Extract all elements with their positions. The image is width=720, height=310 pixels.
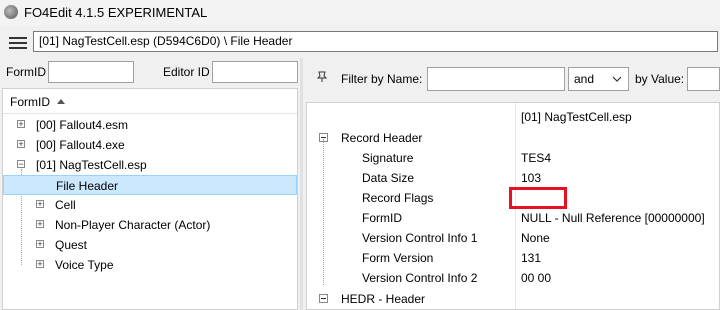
record-field-value: TES4 [521, 151, 552, 165]
tree-item-file-header[interactable]: File Header [3, 175, 297, 195]
tree-item-npc[interactable]: + Non-Player Character (Actor) [3, 215, 297, 235]
record-field-value: 00 00 [521, 271, 552, 285]
filter-operator-select[interactable]: and [568, 67, 629, 91]
record-row-version-control-2[interactable]: Version Control Info 2 00 00 [307, 268, 719, 288]
tree-item-label: Cell [55, 198, 76, 212]
collapse-icon[interactable]: − [17, 160, 25, 169]
chevron-down-icon [612, 76, 622, 82]
record-field-value: 103 [521, 171, 542, 185]
title-bar: FO4Edit 4.1.5 EXPERIMENTAL [0, 0, 720, 26]
tree-item-label: File Header [56, 179, 119, 193]
record-field-name: Data Size [362, 171, 415, 185]
record-row-form-version[interactable]: Form Version 131 [307, 248, 719, 268]
filter-by-value-label: by Value: [635, 72, 685, 86]
highlight-box [509, 187, 567, 209]
tree-item-label: Non-Player Character (Actor) [55, 218, 211, 232]
expand-icon[interactable]: + [36, 240, 44, 249]
tree-item-label: [01] NagTestCell.esp [36, 158, 147, 172]
formid-label: FormID [6, 65, 46, 79]
expand-icon[interactable]: + [36, 200, 44, 209]
formid-input[interactable] [48, 61, 134, 83]
window-title: FO4Edit 4.1.5 EXPERIMENTAL [24, 5, 208, 20]
tree-item-fallout4-esm[interactable]: + [00] Fallout4.esm [3, 115, 297, 135]
record-column-header: [01] NagTestCell.esp [307, 107, 719, 127]
record-field-name: Version Control Info 1 [362, 231, 478, 245]
tree-item-label: Voice Type [55, 258, 114, 272]
navigation-tree[interactable]: FormID + [00] Fallout4.esm + [00] Fallou… [2, 88, 298, 310]
tree-header-label: FormID [10, 95, 50, 109]
tree-item-fallout4-exe[interactable]: + [00] Fallout4.exe [3, 135, 297, 155]
path-field[interactable]: [01] NagTestCell.esp (D594C6D0) \ File H… [33, 31, 718, 52]
record-row-formid[interactable]: FormID NULL - Null Reference [00000000] [307, 208, 719, 228]
record-field-name: FormID [362, 211, 402, 225]
tree-item-cell[interactable]: + Cell [3, 195, 297, 215]
record-field-name: Record Header [341, 131, 423, 145]
record-field-value: None [521, 231, 550, 245]
tree-item-voice-type[interactable]: + Voice Type [3, 255, 297, 275]
record-row-signature[interactable]: Signature TES4 [307, 148, 719, 168]
editorid-input[interactable] [212, 61, 298, 83]
record-row-version-control-1[interactable]: Version Control Info 1 None [307, 228, 719, 248]
search-bar: FormID Editor ID [0, 58, 300, 86]
tree-item-label: [00] Fallout4.exe [36, 138, 125, 152]
pin-icon[interactable] [316, 71, 328, 83]
record-row-data-size[interactable]: Data Size 103 [307, 168, 719, 188]
expand-icon[interactable]: + [17, 120, 25, 129]
filter-by-name-label: Filter by Name: [341, 72, 423, 86]
record-field-name: Signature [362, 151, 414, 165]
record-field-name: Form Version [362, 251, 434, 265]
app-icon [4, 5, 18, 19]
tree-item-nagtestcell-esp[interactable]: − [01] NagTestCell.esp [3, 155, 297, 175]
record-row-record-header[interactable]: Record Header [307, 128, 719, 148]
filter-name-input[interactable] [427, 67, 565, 91]
editorid-label: Editor ID [163, 65, 210, 79]
tree-column-header[interactable]: FormID [3, 89, 297, 114]
sort-ascending-icon [57, 99, 65, 104]
record-field-name: HEDR - Header [341, 292, 426, 306]
filter-value-input[interactable] [687, 67, 720, 91]
tree-item-label: [00] Fallout4.esm [36, 118, 129, 132]
tree-item-quest[interactable]: + Quest [3, 235, 297, 255]
path-bar: [01] NagTestCell.esp (D594C6D0) \ File H… [0, 28, 720, 56]
tree-item-label: Quest [55, 238, 88, 252]
record-file-name: [01] NagTestCell.esp [521, 110, 632, 124]
record-row-hedr-header[interactable]: HEDR - Header [307, 289, 719, 309]
menu-icon[interactable] [9, 37, 27, 49]
expand-icon[interactable]: + [17, 140, 25, 149]
expand-icon[interactable]: + [36, 220, 44, 229]
record-field-name: Version Control Info 2 [362, 271, 478, 285]
record-field-name: Record Flags [362, 191, 434, 205]
record-field-value: 131 [521, 251, 542, 265]
record-field-value: NULL - Null Reference [00000000] [521, 211, 705, 225]
panel-splitter[interactable] [300, 58, 303, 310]
collapse-icon[interactable] [319, 294, 328, 303]
expand-icon[interactable]: + [36, 260, 44, 269]
filter-bar: Filter by Name: and by Value: [304, 58, 720, 98]
